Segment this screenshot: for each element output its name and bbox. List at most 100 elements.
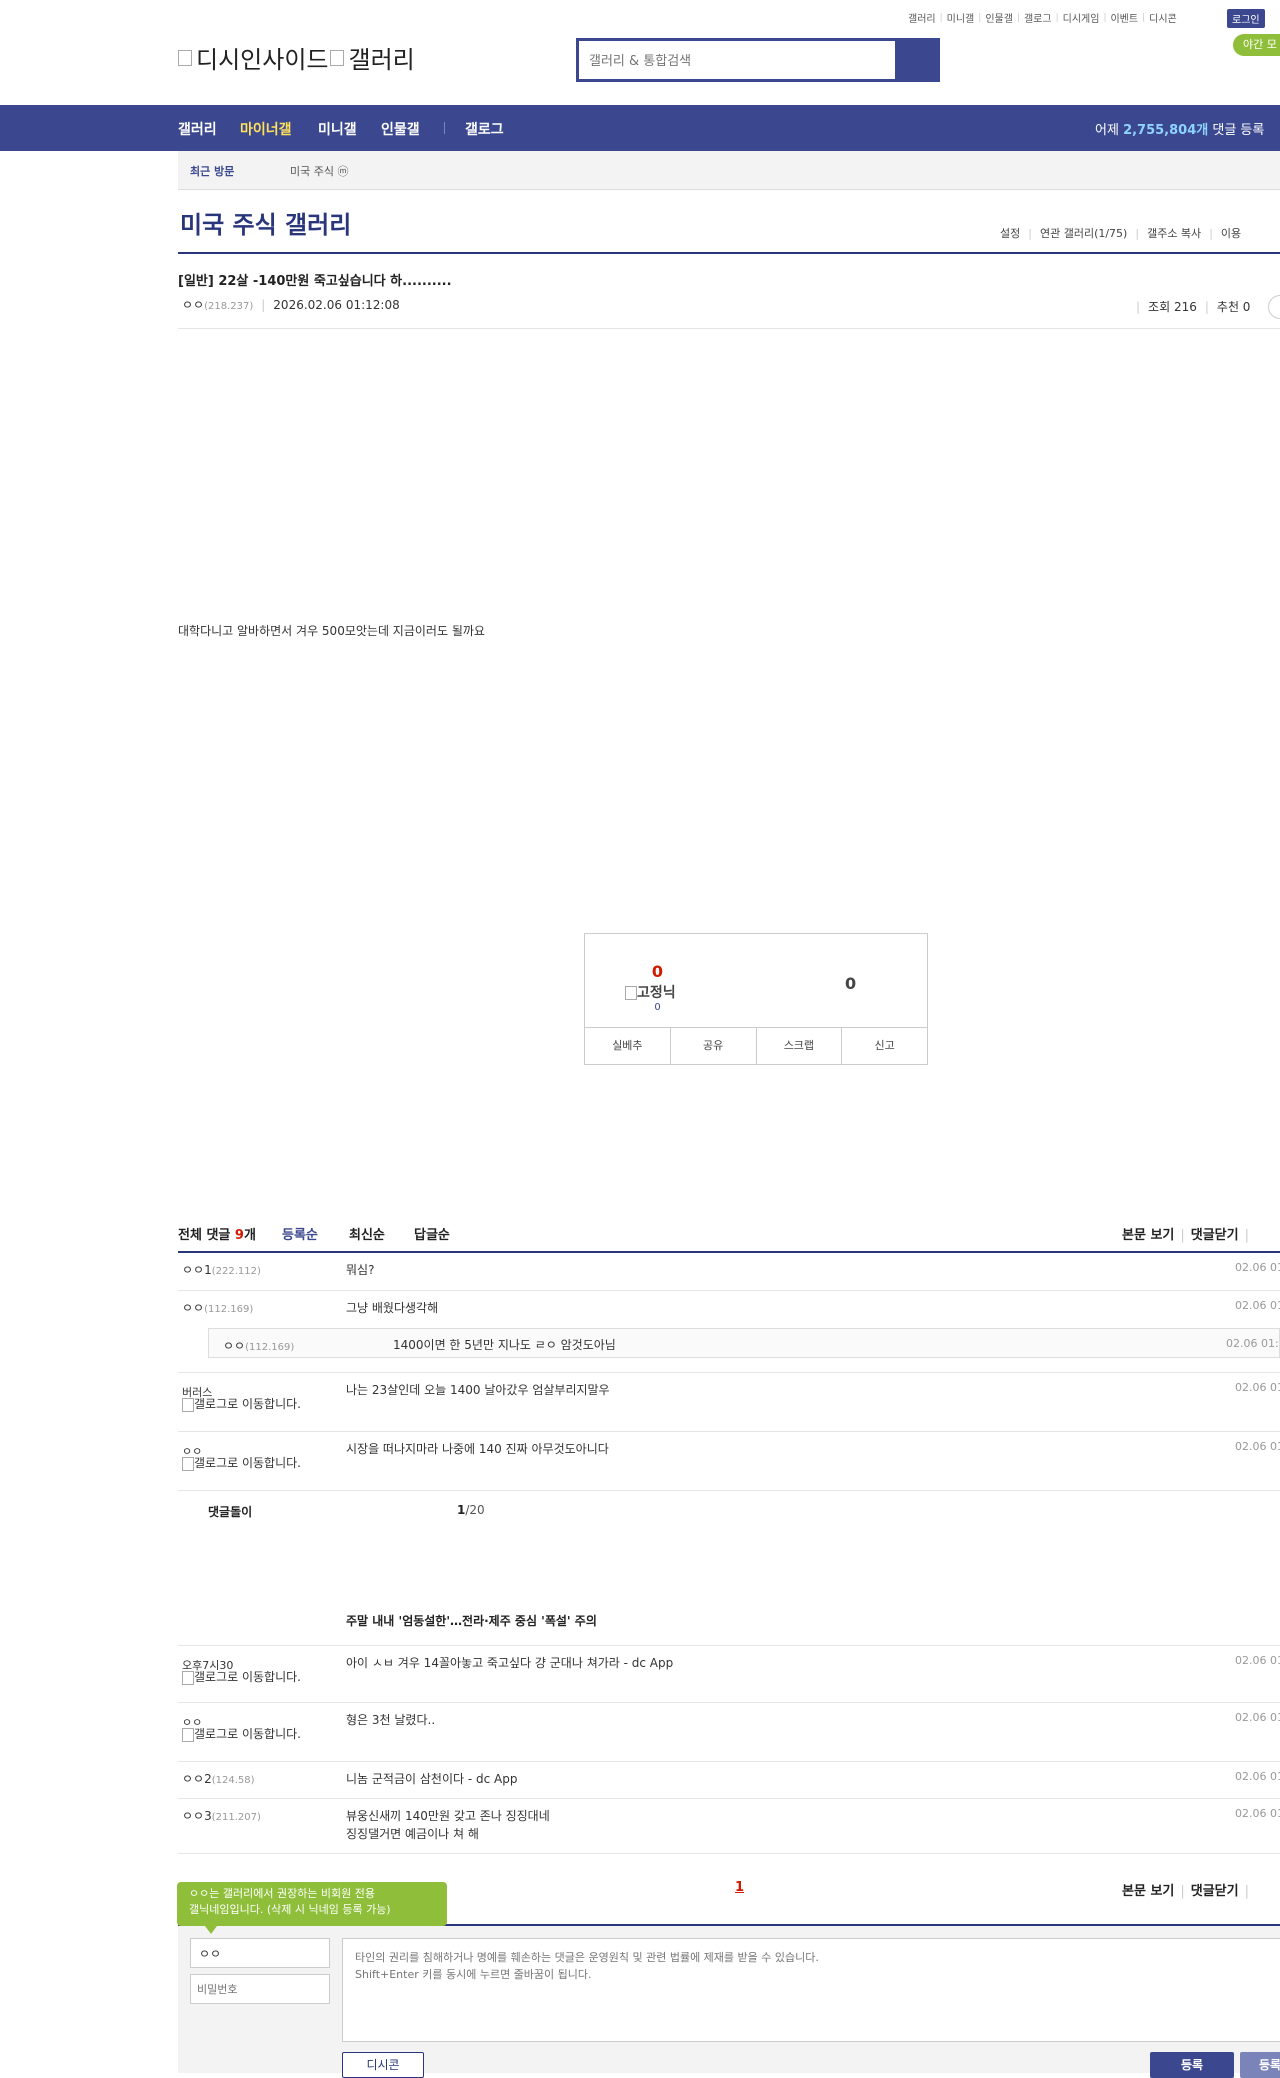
fixed-nick-count: 0 <box>654 1002 661 1013</box>
comment-text: 뷰웅신새끼 140만원 갖고 존나 징징대네 징징댈거면 예금이나 쳐 해 <box>346 1809 550 1841</box>
downvote-count[interactable]: 0 <box>845 974 856 993</box>
gallog-link[interactable]: 갤로그로 이동합니다. <box>182 1727 308 1742</box>
gallery-option-usage[interactable]: 이용 <box>1221 227 1241 240</box>
submit-button[interactable]: 등록 <box>1150 2052 1234 2078</box>
post-divider <box>178 328 1280 329</box>
site-logo[interactable]: 디시인사이드 갤러리 <box>178 40 415 75</box>
recent-visit-label: 최근 방문 <box>190 165 235 178</box>
post-datetime: 2026.02.06 01:12:08 <box>273 298 400 312</box>
logo-gallery-alt: 갤러리 <box>348 46 415 74</box>
nav-divider <box>444 122 445 134</box>
top-link-mini[interactable]: 미니갤 <box>943 10 979 25</box>
login-button[interactable]: 로그인 <box>1227 9 1265 28</box>
best-button[interactable]: 실베추 <box>585 1028 671 1064</box>
top-link-gallery[interactable]: 갤러리 <box>904 10 940 25</box>
nav-stats: 어제 2,755,804개 댓글 등록 <box>1095 119 1264 138</box>
sort-registered[interactable]: 등록순 <box>282 1224 318 1243</box>
comment-bot-label: 댓글돌이 <box>208 1505 253 1519</box>
news-headline[interactable]: 주말 내내 '엄동설한'…전라·제주 중심 '폭설' 주의 <box>346 1612 597 1629</box>
submit-with-button[interactable]: 등록 <box>1240 2052 1280 2078</box>
broken-image-icon <box>330 49 345 66</box>
comment-date: 02.06 01 <box>1235 1299 1280 1312</box>
post-title: [일반] 22살 -140만원 죽고싶습니다 하.......... <box>178 274 452 289</box>
search-button[interactable] <box>895 41 937 79</box>
comment-nick[interactable]: ㅇㅇ2(124.58) <box>182 1770 255 1787</box>
vote-actions: 실베추 공유 스크랩 신고 <box>585 1027 927 1064</box>
search-input[interactable] <box>587 41 861 81</box>
dccon-button[interactable]: 디시콘 <box>342 2052 424 2078</box>
comment-date: 02.06 01 <box>1235 1440 1280 1453</box>
gallery-option-settings[interactable]: 설정 <box>1000 227 1020 240</box>
post-body: 대학다니고 알바하면서 겨우 500모앗는데 지금이러도 될까요 <box>178 624 485 638</box>
comment-text: 아이 ㅅㅂ 겨우 14꼴아놓고 죽고싶다 걍 군대나 쳐가라 - dc App <box>346 1656 674 1670</box>
broken-image-icon <box>182 1727 194 1742</box>
top-link-dccon[interactable]: 디시콘 <box>1145 10 1181 25</box>
top-link-game[interactable]: 디시게임 <box>1059 10 1104 25</box>
gallery-option-copy-address[interactable]: 갤주소 복사 <box>1147 227 1201 240</box>
close-comments-button[interactable]: 댓글닫기 <box>1191 1228 1239 1243</box>
comment-text: 뭐심? <box>346 1263 375 1277</box>
close-comments-button[interactable]: 댓글닫기 <box>1191 1884 1239 1899</box>
comment-text: 나는 23살인데 오늘 1400 날아갔우 엄살부리지말우 <box>346 1383 610 1397</box>
nickname-tooltip: ㅇㅇ는 갤러리에서 권장하는 비회원 전용 갤닉네임입니다. (삭제 시 닉네임… <box>177 1882 447 1934</box>
reply-nick[interactable]: ㅇㅇ(112.169) <box>223 1337 294 1354</box>
search-box <box>576 38 940 82</box>
stats-value: 2,755,804개 <box>1123 123 1209 138</box>
post-recommend: 추천 0 <box>1216 300 1251 314</box>
top-link-event[interactable]: 이벤트 <box>1106 10 1142 25</box>
gallery-option-related[interactable]: 연관 갤러리(1/75) <box>1040 227 1127 240</box>
scrap-button[interactable]: 스크랩 <box>757 1028 843 1064</box>
top-utility-links: 갤러리 | 미니갤 | 인물갤 | 갤로그 | 디시게임 | 이벤트 | 디시콘 <box>904 10 1181 26</box>
report-button[interactable]: 신고 <box>842 1028 927 1064</box>
gallog-link[interactable]: 갤로그로 이동합니다. <box>182 1456 308 1471</box>
upvote-count[interactable]: 0 <box>585 962 730 981</box>
reply-row: ㅇㅇ(112.169) 1400이면 한 5년만 지나도 ㄹㅇ 암것도아님 02… <box>208 1328 1280 1358</box>
comment-textarea[interactable] <box>342 1938 1280 2042</box>
reply-text: 1400이면 한 5년만 지나도 ㄹㅇ 암것도아님 <box>393 1338 616 1352</box>
comment-header: 전체 댓글 9개 등록순 최신순 답글순 <box>178 1224 450 1243</box>
comment-nick[interactable]: ㅇㅇ(112.169) <box>182 1299 253 1316</box>
comment-footer-links: 본문 보기 | 댓글닫기 | <box>1122 1884 1249 1899</box>
nav-minor-gallery[interactable]: 마이너갤 <box>240 119 292 139</box>
comment-row: ㅇㅇ 갤로그로 이동합니다. 형은 3천 날렸다.. 02.06 01 <box>178 1703 1280 1762</box>
sort-replies[interactable]: 답글순 <box>414 1224 450 1243</box>
nickname-input[interactable] <box>190 1938 330 1968</box>
gallog-link[interactable]: 갤로그로 이동합니다. <box>182 1670 308 1685</box>
nav-gallog[interactable]: 갤로그 <box>465 119 504 139</box>
nav-mini-gallery[interactable]: 미니갤 <box>318 119 357 139</box>
broken-image-icon <box>182 1670 194 1685</box>
post-author-ip: (218.237) <box>204 301 254 312</box>
comment-nick[interactable]: ㅇㅇ3(211.207) <box>182 1807 261 1824</box>
nav-person-gallery[interactable]: 인물갤 <box>381 119 420 139</box>
top-link-person[interactable]: 인물갤 <box>981 10 1017 25</box>
broken-image-icon <box>182 1456 194 1471</box>
reply-date: 02.06 01:1 <box>1226 1337 1280 1350</box>
post-author[interactable]: ㅇㅇ <box>182 298 204 312</box>
gallery-title[interactable]: 미국 주식 갤러리 <box>180 205 351 240</box>
comment-text: 시장을 떠나지마라 나중에 140 진짜 아무것도아니다 <box>346 1442 609 1456</box>
comment-text: 그냥 배웠다생각해 <box>346 1301 439 1315</box>
stats-suffix: 댓글 등록 <box>1212 123 1265 138</box>
comment-count-circle-icon[interactable] <box>1268 295 1280 319</box>
recent-visit-bar: 최근 방문 미국 주식 ⓜ <box>178 151 1280 190</box>
comment-count: 9 <box>234 1228 244 1243</box>
password-input[interactable] <box>190 1974 330 2004</box>
broken-image-icon <box>625 986 637 1000</box>
logo-site-alt: 디시인사이드 <box>196 46 329 74</box>
fixed-nick-image: 고정닉 <box>625 982 676 1002</box>
share-button[interactable]: 공유 <box>671 1028 757 1064</box>
sort-latest[interactable]: 최신순 <box>349 1224 385 1243</box>
nav-gallery[interactable]: 갤러리 <box>178 119 217 139</box>
view-post-button[interactable]: 본문 보기 <box>1122 1884 1174 1899</box>
comment-text: 니놈 군적금이 삼천이다 - dc App <box>346 1772 518 1786</box>
comment-nick[interactable]: ㅇㅇ1(222.112) <box>182 1261 261 1278</box>
top-link-gallog[interactable]: 갤로그 <box>1020 10 1056 25</box>
comment-page-1[interactable]: 1 <box>735 1880 744 1895</box>
night-mode-button[interactable]: 야간 모 <box>1233 34 1280 56</box>
comment-bot-page: 1/20 <box>457 1503 485 1517</box>
post-views: 조회 216 <box>1148 300 1197 314</box>
view-post-button[interactable]: 본문 보기 <box>1122 1228 1174 1243</box>
gallog-link[interactable]: 갤로그로 이동합니다. <box>182 1397 308 1412</box>
comment-count-unit: 개 <box>243 1228 256 1243</box>
recent-visit-item[interactable]: 미국 주식 ⓜ <box>290 163 348 179</box>
